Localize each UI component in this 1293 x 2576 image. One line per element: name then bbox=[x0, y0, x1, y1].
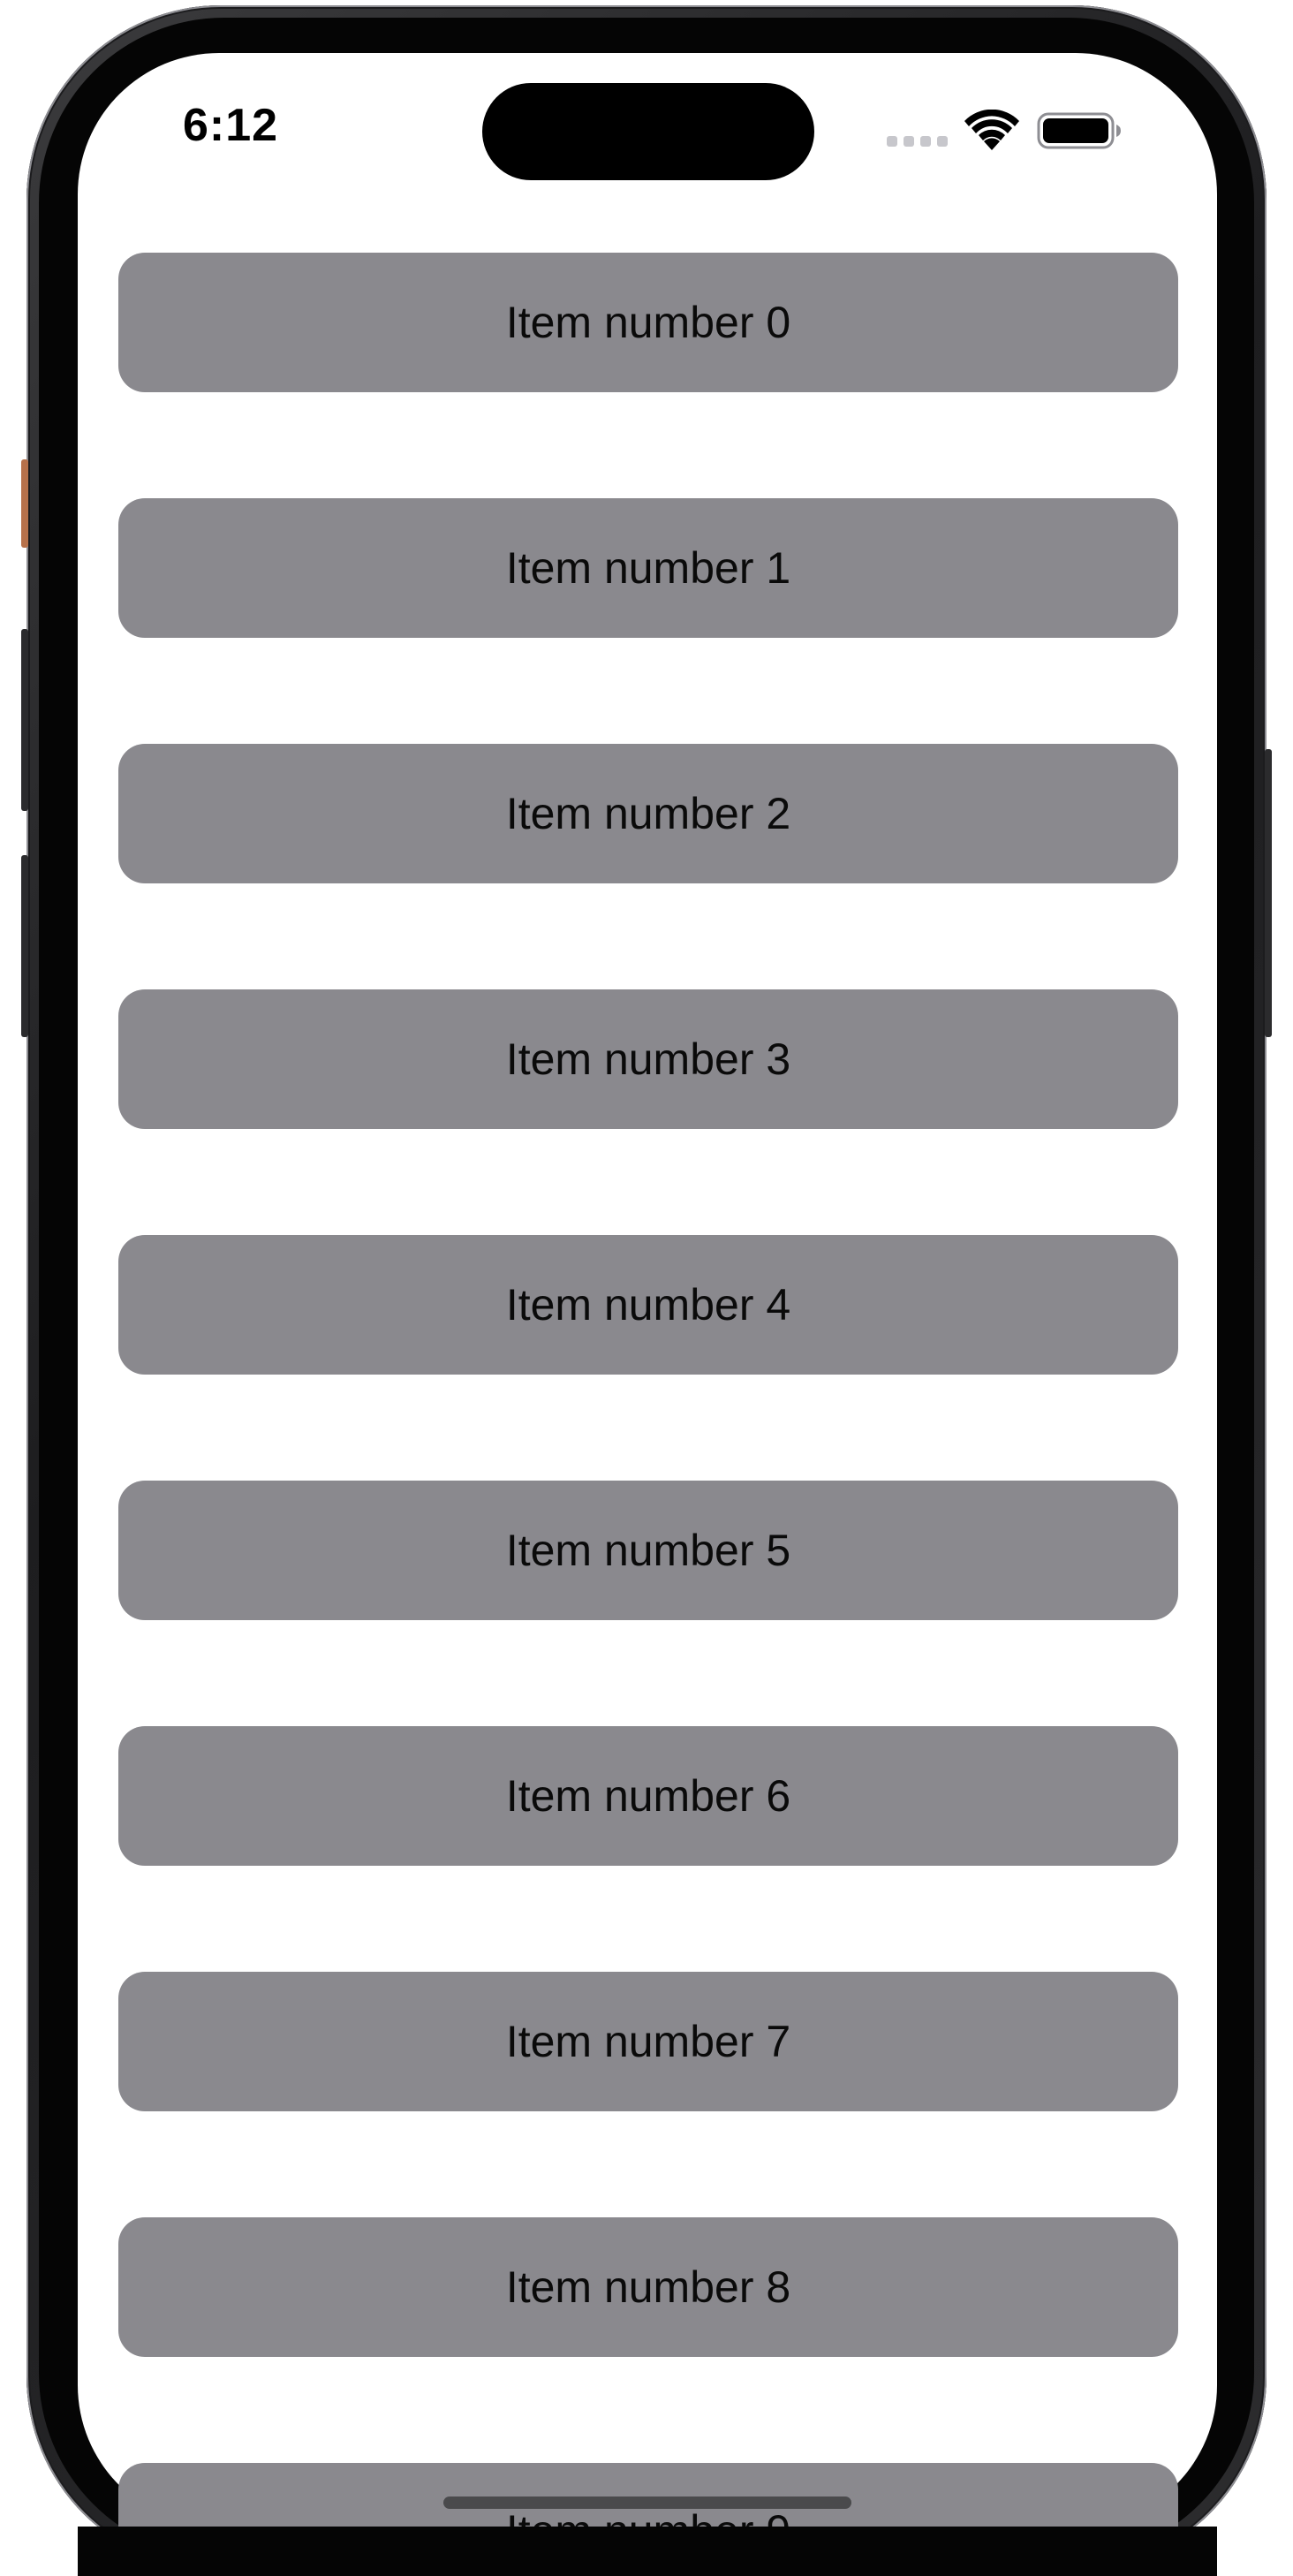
list-item-label: Item number 2 bbox=[505, 789, 791, 838]
list-item[interactable]: Item number 0 bbox=[118, 253, 1178, 392]
list-item-label: Item number 7 bbox=[505, 2017, 791, 2066]
list-item[interactable]: Item number 7 bbox=[118, 1972, 1178, 2111]
list-item-label: Item number 1 bbox=[505, 543, 791, 593]
list-item[interactable]: Item number 4 bbox=[118, 1235, 1178, 1375]
list-item-label: Item number 0 bbox=[505, 298, 791, 347]
list-item-label: Item number 6 bbox=[505, 1771, 791, 1821]
bottom-bezel bbox=[78, 2527, 1217, 2576]
list-item-label: Item number 8 bbox=[505, 2262, 791, 2312]
list-item[interactable]: Item number 2 bbox=[118, 744, 1178, 883]
list-item-label: Item number 5 bbox=[505, 1526, 791, 1575]
page: 6:12 Item number 0 Item number 1 Item nu… bbox=[0, 0, 1293, 2576]
item-list[interactable]: Item number 0 Item number 1 Item number … bbox=[0, 0, 1293, 2576]
home-indicator[interactable] bbox=[443, 2496, 851, 2509]
list-item-label: Item number 4 bbox=[505, 1280, 791, 1330]
list-item[interactable]: Item number 8 bbox=[118, 2217, 1178, 2357]
list-item[interactable]: Item number 3 bbox=[118, 989, 1178, 1129]
list-item[interactable]: Item number 5 bbox=[118, 1481, 1178, 1620]
list-item[interactable]: Item number 6 bbox=[118, 1726, 1178, 1866]
list-item[interactable]: Item number 1 bbox=[118, 498, 1178, 638]
list-item-label: Item number 3 bbox=[505, 1034, 791, 1084]
